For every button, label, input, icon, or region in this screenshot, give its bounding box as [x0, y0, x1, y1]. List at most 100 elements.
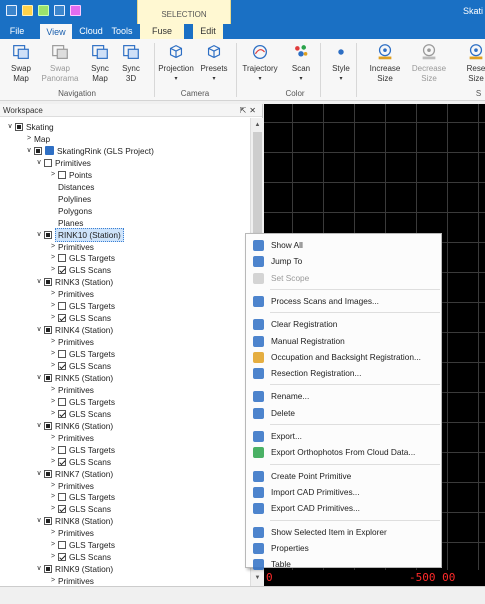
visibility-checkbox[interactable] — [58, 397, 66, 406]
tree-item[interactable]: ∨ RINK4 (Station) — [34, 324, 113, 336]
tree-item[interactable]: > Primitives — [48, 527, 94, 539]
menu-item-import-cad-primitives[interactable]: Import CAD Primitives... — [246, 484, 441, 500]
open-folder-icon[interactable] — [22, 5, 33, 16]
chevron-right-icon[interactable]: > — [48, 551, 58, 563]
visibility-checkbox[interactable] — [44, 373, 52, 382]
visibility-checkbox[interactable] — [58, 314, 66, 323]
chevron-right-icon[interactable]: > — [48, 300, 58, 312]
visibility-checkbox[interactable] — [44, 421, 52, 430]
tree-item[interactable]: ∨ RINK8 (Station) — [34, 515, 113, 527]
tree-item[interactable]: ∨ Skating — [5, 121, 53, 133]
chevron-down-icon[interactable]: ∨ — [5, 121, 15, 133]
menu-item-occupation-and-backsight-registration[interactable]: Occupation and Backsight Registration... — [246, 349, 441, 365]
chevron-right-icon[interactable]: > — [48, 360, 58, 372]
chevron-right-icon[interactable]: > — [48, 252, 58, 264]
visibility-checkbox[interactable] — [58, 350, 66, 359]
menu-item-properties[interactable]: Properties — [246, 540, 441, 556]
tree-item[interactable]: ∨ RINK10 (Station) — [34, 227, 124, 242]
visibility-checkbox[interactable] — [58, 553, 66, 562]
visibility-checkbox[interactable] — [58, 409, 66, 418]
swap-map-button[interactable]: Swap Map — [1, 41, 41, 84]
tree-item[interactable]: ∨ RINK5 (Station) — [34, 372, 113, 384]
presets-button[interactable]: Presets ▾ — [198, 41, 230, 84]
tree-item[interactable]: > Primitives — [48, 241, 94, 253]
tree-item[interactable]: ∨ SkatingRink (GLS Project) — [24, 145, 153, 157]
menu-item-show-all[interactable]: Show All — [246, 237, 441, 253]
tree-item[interactable]: Distances — [48, 181, 94, 193]
tree-item[interactable]: > Primitives — [48, 288, 94, 300]
projection-button[interactable]: Projection ▾ — [155, 41, 197, 84]
tree-item[interactable]: > GLS Targets — [48, 396, 115, 408]
chevron-right-icon[interactable]: > — [48, 527, 58, 539]
menu-item-show-selected-item-in-explorer[interactable]: Show Selected Item in Explorer — [246, 524, 441, 540]
tree-item[interactable]: > GLS Scans — [48, 264, 111, 276]
menu-item-jump-to[interactable]: Jump To — [246, 253, 441, 269]
chevron-right-icon[interactable]: > — [48, 432, 58, 444]
tree-item[interactable]: ∨ RINK9 (Station) — [34, 563, 113, 575]
chevron-down-icon[interactable]: ∨ — [34, 276, 44, 288]
menu-item-table[interactable]: Table — [246, 556, 441, 572]
visibility-checkbox[interactable] — [58, 170, 66, 179]
trajectory-button[interactable]: Trajectory ▾ — [240, 41, 280, 84]
tree-item[interactable]: ∨ RINK6 (Station) — [34, 420, 113, 432]
chevron-down-icon[interactable]: ∨ — [34, 157, 44, 169]
tab-file[interactable]: File — [0, 24, 34, 39]
chevron-down-icon[interactable]: ∨ — [34, 229, 44, 241]
chevron-right-icon[interactable]: > — [48, 348, 58, 360]
window-icon[interactable] — [54, 5, 65, 16]
rese-size-button[interactable]: Rese Size — [456, 41, 485, 84]
tree-item[interactable]: > Primitives — [48, 432, 94, 444]
tree-item[interactable]: > GLS Scans — [48, 456, 111, 468]
menu-item-rename[interactable]: Rename... — [246, 388, 441, 404]
tree-item[interactable]: > Points — [48, 169, 92, 181]
visibility-checkbox[interactable] — [15, 123, 23, 131]
chevron-right-icon[interactable]: > — [48, 480, 58, 492]
chevron-right-icon[interactable]: > — [48, 396, 58, 408]
menu-item-export-cad-primitives[interactable]: Export CAD Primitives... — [246, 500, 441, 516]
visibility-checkbox[interactable] — [44, 517, 52, 526]
tree-item[interactable]: > GLS Scans — [48, 551, 111, 563]
chevron-right-icon[interactable]: > — [48, 169, 58, 181]
visibility-checkbox[interactable] — [44, 158, 52, 167]
chevron-right-icon[interactable]: > — [48, 264, 58, 276]
sync-map-button[interactable]: Sync Map — [84, 41, 116, 84]
chevron-down-icon[interactable]: ∨ — [34, 563, 44, 575]
tab-edit[interactable]: Edit — [193, 24, 223, 39]
visibility-checkbox[interactable] — [44, 469, 52, 478]
menu-item-export[interactable]: Export... — [246, 428, 441, 444]
decrease-size-button[interactable]: Decrease Size — [407, 41, 451, 84]
tree-item[interactable]: > Primitives — [48, 384, 94, 396]
chevron-down-icon[interactable]: ∨ — [34, 324, 44, 336]
tab-fuse[interactable]: Fuse — [140, 24, 184, 39]
increase-size-button[interactable]: Increase Size — [363, 41, 407, 84]
tree-item[interactable]: Polylines — [48, 193, 91, 205]
chevron-right-icon[interactable]: > — [48, 539, 58, 551]
tab-cloud[interactable]: Cloud — [75, 24, 107, 39]
visibility-checkbox[interactable] — [44, 565, 52, 574]
menu-item-delete[interactable]: Delete — [246, 405, 441, 421]
tab-view[interactable]: View — [40, 24, 72, 39]
chevron-right-icon[interactable]: > — [48, 288, 58, 300]
visibility-checkbox[interactable] — [58, 541, 66, 550]
menu-item-process-scans-and-images[interactable]: Process Scans and Images... — [246, 293, 441, 309]
tree-item[interactable]: > Map — [24, 133, 50, 145]
visibility-checkbox[interactable] — [34, 146, 42, 155]
visibility-checkbox[interactable] — [44, 326, 52, 335]
chevron-down-icon[interactable]: ∨ — [34, 468, 44, 480]
tree-item[interactable]: ∨ RINK7 (Station) — [34, 468, 113, 480]
tree-item[interactable]: > GLS Scans — [48, 360, 111, 372]
scroll-up-icon[interactable]: ▲ — [252, 120, 263, 131]
chevron-down-icon[interactable]: ∨ — [24, 145, 34, 157]
chevron-right-icon[interactable]: > — [48, 456, 58, 468]
tree-item[interactable]: > GLS Scans — [48, 408, 111, 420]
tree-item[interactable]: > GLS Scans — [48, 312, 111, 324]
tab-tools[interactable]: Tools — [110, 24, 134, 39]
binoculars-icon[interactable] — [38, 5, 49, 16]
scan-button[interactable]: Scan ▾ — [286, 41, 316, 84]
tree-item[interactable]: > GLS Targets — [48, 300, 115, 312]
visibility-checkbox[interactable] — [58, 302, 66, 311]
menu-item-manual-registration[interactable]: Manual Registration — [246, 333, 441, 349]
tree-item[interactable]: > Primitives — [48, 575, 94, 586]
chevron-right-icon[interactable]: > — [48, 336, 58, 348]
menu-item-set-scope[interactable]: Set Scope — [246, 270, 441, 286]
